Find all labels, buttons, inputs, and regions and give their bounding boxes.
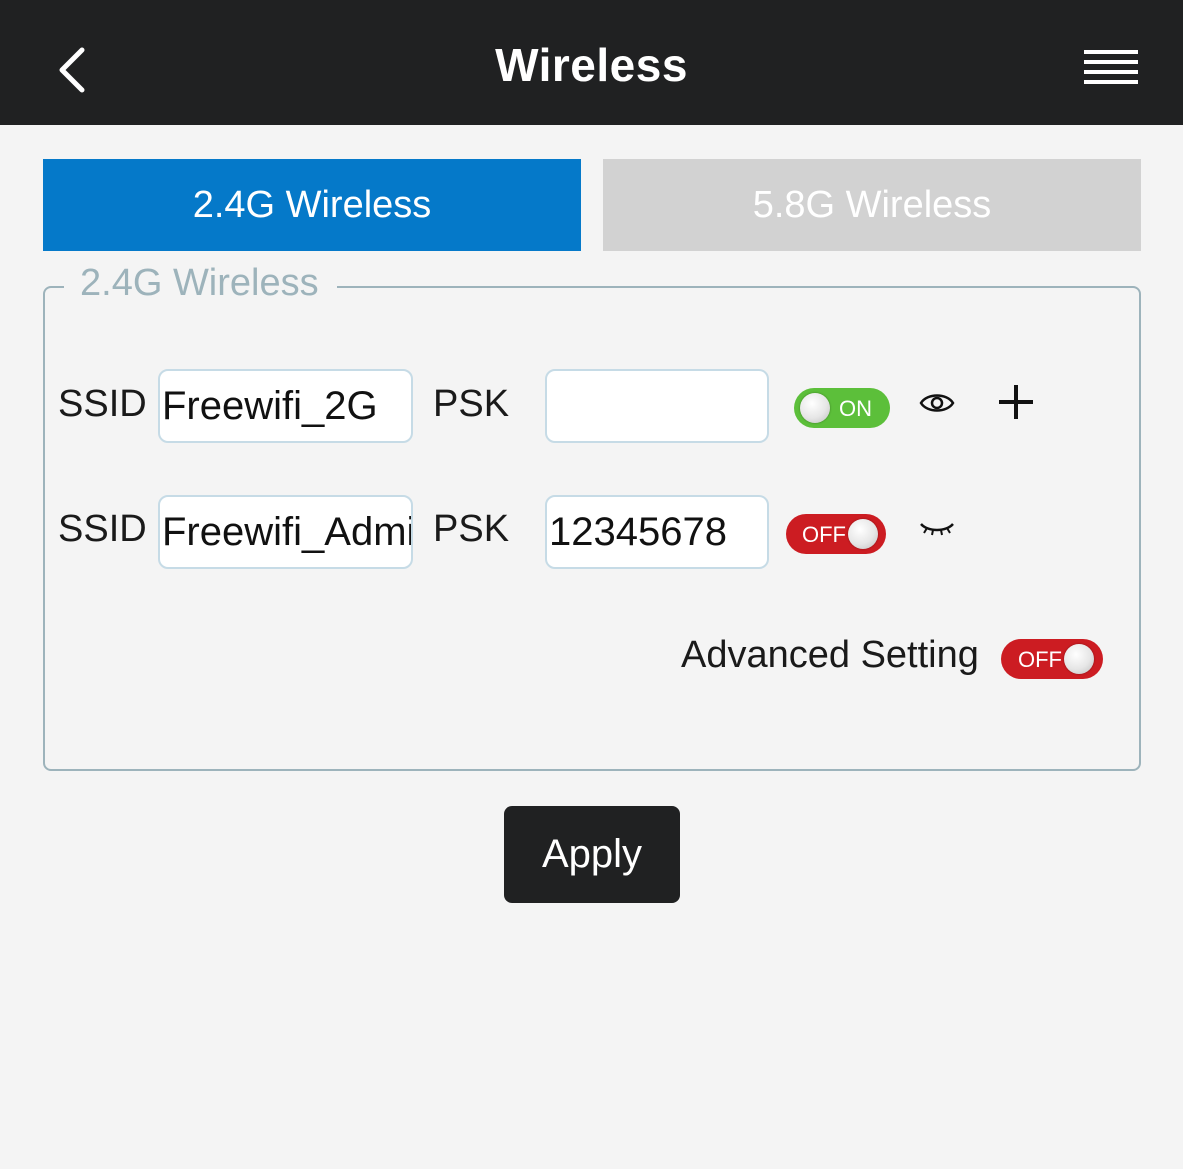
advanced-setting-label: Advanced Setting <box>681 634 979 676</box>
toggle-knob <box>1064 644 1094 674</box>
toggle-knob <box>800 393 830 423</box>
add-ssid-button[interactable] <box>996 382 1036 422</box>
eye-closed-icon <box>920 523 954 536</box>
header-bar: Wireless <box>0 0 1183 125</box>
toggle-state-label: ON <box>839 396 872 421</box>
psk-input-1[interactable] <box>545 369 769 443</box>
ssid-label: SSID <box>58 508 147 550</box>
tab-5-8g-wireless[interactable]: 5.8G Wireless <box>603 159 1141 251</box>
show-password-button-1[interactable] <box>918 388 956 418</box>
advanced-setting-toggle[interactable]: OFF <box>1001 639 1103 679</box>
menu-button[interactable] <box>1084 46 1140 90</box>
toggle-state-label: OFF <box>802 522 846 547</box>
show-password-button-2[interactable] <box>918 516 956 540</box>
toggle-knob <box>848 519 878 549</box>
toggle-state-label: OFF <box>1018 647 1062 672</box>
ssid-2-enable-toggle[interactable]: OFF <box>786 514 886 554</box>
ssid-input-1[interactable]: Freewifi_2G <box>158 369 413 443</box>
ssid-1-enable-toggle[interactable]: ON <box>794 388 890 428</box>
plus-icon <box>999 385 1033 419</box>
tab-2-4g-wireless[interactable]: 2.4G Wireless <box>43 159 581 251</box>
ssid-input-2[interactable]: Freewifi_Admi <box>158 495 413 569</box>
psk-label: PSK <box>433 508 510 550</box>
eye-icon <box>919 394 955 412</box>
ssid-label: SSID <box>58 383 147 425</box>
panel-legend: 2.4G Wireless <box>64 262 337 305</box>
psk-input-2[interactable]: 12345678 <box>545 495 769 569</box>
apply-button[interactable]: Apply <box>504 806 680 903</box>
page-title: Wireless <box>495 39 688 91</box>
psk-label: PSK <box>433 383 510 425</box>
